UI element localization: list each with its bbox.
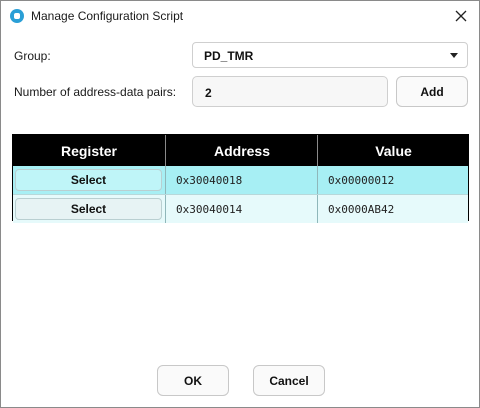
window-title: Manage Configuration Script [31,9,184,23]
cancel-button[interactable]: Cancel [253,365,325,396]
pairs-count-input[interactable]: 2 [192,76,388,107]
value-cell[interactable]: 0x00000012 [317,166,468,194]
table-row[interactable]: Select 0x30040014 0x0000AB42 [13,194,468,223]
address-cell[interactable]: 0x30040018 [165,166,317,194]
ok-button[interactable]: OK [157,365,229,396]
register-select-button[interactable]: Select [15,198,162,220]
chevron-down-icon [450,53,458,58]
column-header-address: Address [165,135,318,166]
group-selected-value: PD_TMR [204,49,254,63]
value-cell[interactable]: 0x0000AB42 [317,195,468,223]
close-button[interactable] [449,5,473,27]
dialog-window: Manage Configuration Script Group: PD_TM… [0,0,480,408]
group-label: Group: [14,49,51,63]
address-cell[interactable]: 0x30040014 [165,195,317,223]
column-header-value: Value [317,135,469,166]
title-bar[interactable]: Manage Configuration Script [1,1,479,32]
pairs-label: Number of address-data pairs: [14,85,177,99]
close-icon [455,10,467,22]
column-header-register: Register [60,142,118,159]
add-button[interactable]: Add [396,76,468,107]
register-select-button[interactable]: Select [15,169,162,191]
table-row[interactable]: Select 0x30040018 0x00000012 [13,166,468,194]
table-header: Register Address Value [13,135,468,166]
app-icon [10,9,24,23]
register-table: Register Address Value Select 0x30040018… [12,134,469,223]
dialog-content: Group: PD_TMR Number of address-data pai… [1,32,479,407]
group-dropdown[interactable]: PD_TMR [192,42,468,68]
pairs-count-value: 2 [205,86,212,100]
